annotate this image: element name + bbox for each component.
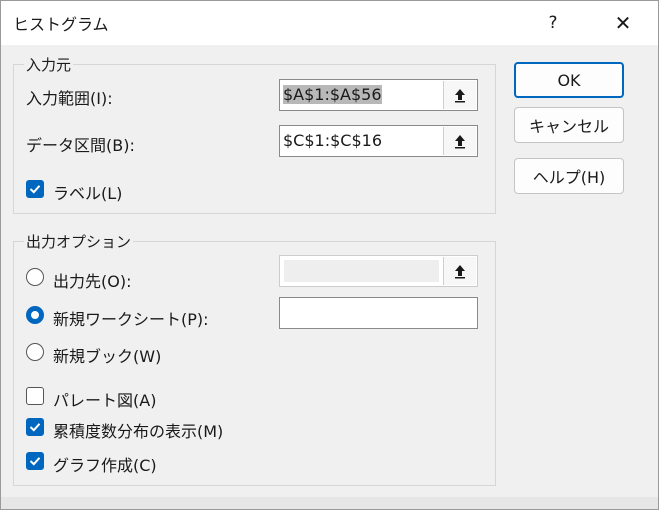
output-range-field[interactable] [279, 255, 478, 287]
title-bar: ヒストグラム ? ✕ [1, 1, 658, 45]
collapse-dialog-icon[interactable] [443, 127, 476, 155]
collapse-dialog-icon[interactable] [443, 257, 476, 285]
cancel-button[interactable]: キャンセル [514, 107, 624, 143]
bin-range-label: データ区間(B): [26, 136, 135, 155]
checkmark-icon [29, 457, 41, 466]
background-strip [1, 497, 658, 509]
cumulative-label[interactable]: 累積度数分布の表示(M) [53, 418, 223, 442]
ok-button[interactable]: OK [514, 62, 624, 98]
output-group-title: 出力オプション [24, 231, 134, 252]
bin-range-field[interactable]: $C$1:$C$16 [279, 125, 478, 157]
pareto-label[interactable]: パレート図(A) [53, 387, 156, 411]
help-button[interactable]: ヘルプ(H) [514, 158, 624, 194]
chart-checkbox[interactable] [26, 452, 44, 470]
cumulative-checkbox[interactable] [26, 418, 44, 436]
checkmark-icon [29, 423, 41, 432]
output-range-label[interactable]: 出力先(O): [53, 268, 131, 292]
new-book-label[interactable]: 新規ブック(W) [53, 343, 161, 367]
pareto-checkbox[interactable] [26, 387, 44, 405]
bin-range-value: $C$1:$C$16 [283, 131, 382, 150]
checkmark-icon [29, 185, 41, 194]
new-sheet-radio[interactable] [26, 306, 44, 324]
close-icon[interactable]: ✕ [608, 8, 638, 38]
histogram-dialog: ヒストグラム ? ✕ 入力元 入力範囲(I): $A$1:$A$56 データ区間… [0, 0, 659, 510]
dialog-title: ヒストグラム [13, 15, 109, 34]
chart-label[interactable]: グラフ作成(C) [53, 452, 157, 476]
labels-label[interactable]: ラベル(L) [53, 180, 122, 204]
new-sheet-label[interactable]: 新規ワークシート(P): [53, 306, 209, 330]
input-range-label: 入力範囲(I): [26, 89, 113, 108]
labels-checkbox[interactable] [26, 180, 44, 198]
input-range-field[interactable]: $A$1:$A$56 [279, 79, 478, 111]
output-range-radio[interactable] [26, 268, 44, 286]
input-group-title: 入力元 [24, 54, 74, 75]
input-range-value: $A$1:$A$56 [283, 85, 382, 104]
new-book-radio[interactable] [26, 343, 44, 361]
help-icon[interactable]: ? [538, 8, 568, 38]
collapse-dialog-icon[interactable] [443, 81, 476, 109]
output-range-fill [284, 260, 439, 282]
new-sheet-field[interactable] [279, 297, 478, 329]
